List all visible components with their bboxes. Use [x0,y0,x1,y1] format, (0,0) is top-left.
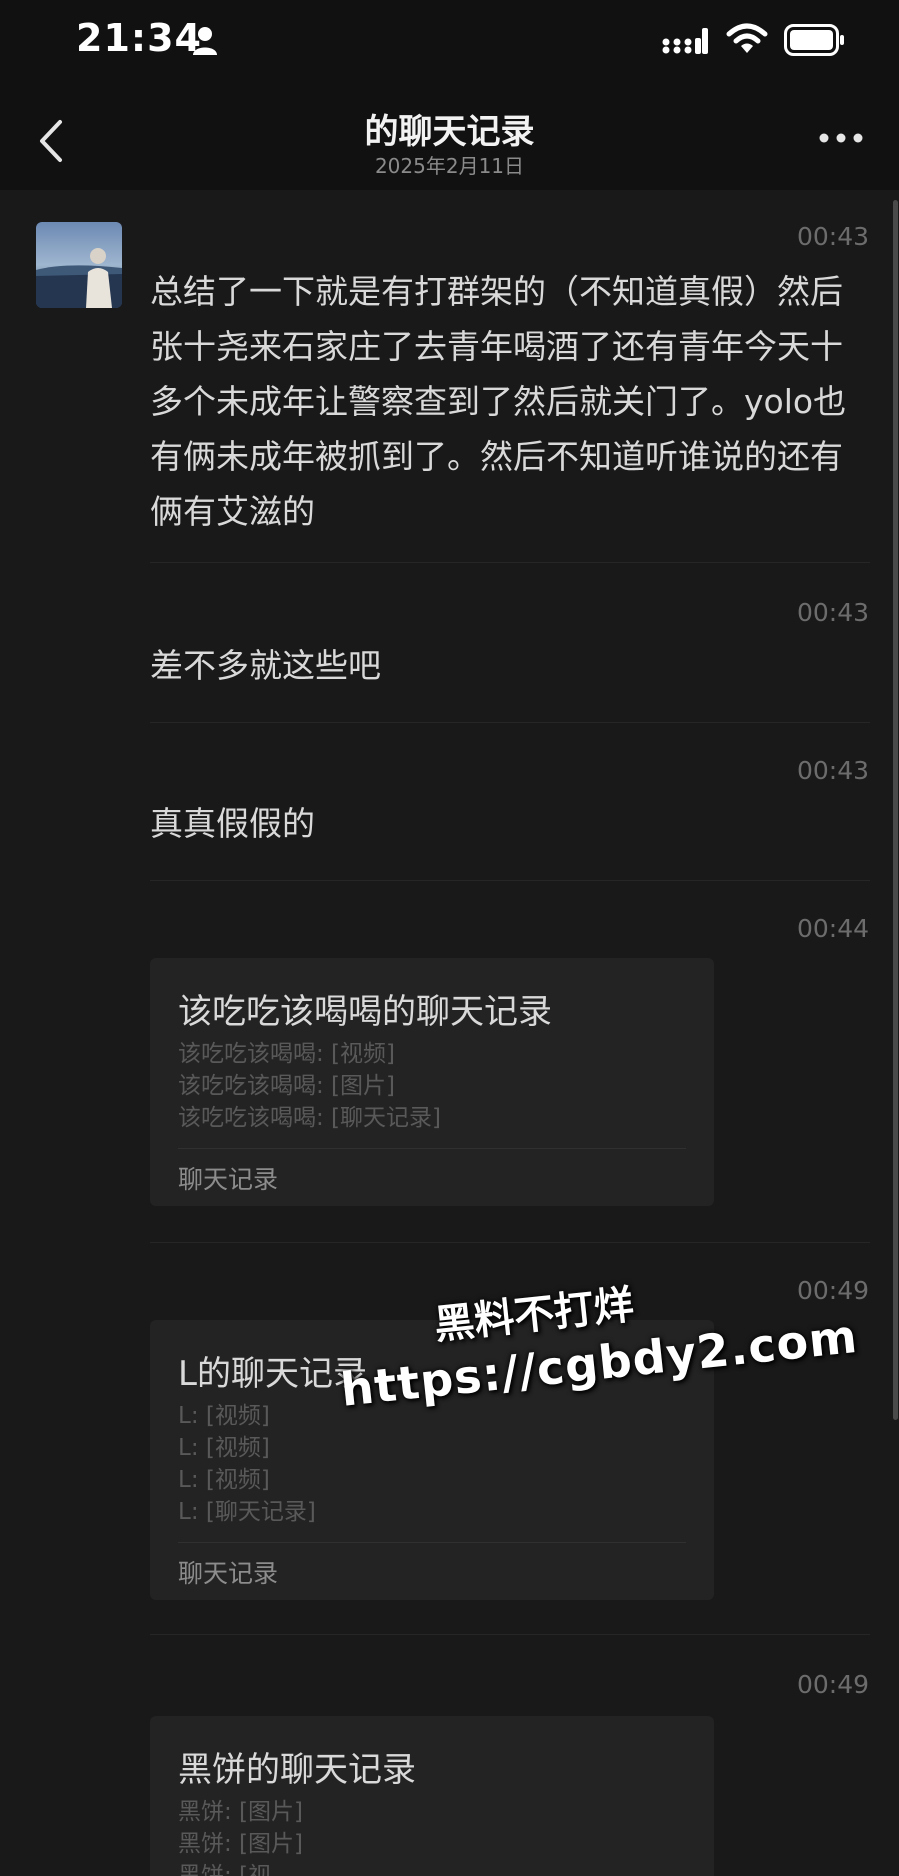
page-title: 的聊天记录 [364,112,535,152]
card-preview-line: L: [视频] [178,1435,270,1461]
chat-record-card[interactable]: 黑饼的聊天记录 黑饼: [图片] 黑饼: [图片] 黑饼: [视 [150,1716,714,1876]
card-preview-line: 黑饼: [视 [178,1863,272,1876]
card-preview-line: 该吃吃该喝喝: [聊天记录] [178,1105,442,1131]
scrollbar[interactable] [893,200,898,1420]
divider [150,1242,870,1243]
nav-header: 的聊天记录 2025年2月11日 [0,90,899,190]
card-divider [178,1542,686,1543]
card-title: 黑饼的聊天记录 [178,1750,416,1790]
chat-record-list[interactable]: 00:43 总结了一下就是有打群架的（不知道真假）然后张十尧来石家庄了去青年喝酒… [0,190,899,1876]
card-title: 该吃吃该喝喝的聊天记录 [178,992,552,1032]
wifi-icon [726,23,768,53]
divider [150,722,870,723]
card-preview-line: L: [聊天记录] [178,1499,316,1525]
more-icon[interactable] [818,130,864,146]
message-time: 00:49 [796,1670,869,1699]
card-preview-line: 黑饼: [图片] [178,1799,304,1825]
card-footer: 聊天记录 [178,1165,279,1194]
person-icon [193,27,217,55]
card-preview-line: L: [视频] [178,1467,270,1493]
signal-icon [662,28,708,54]
card-divider [178,1148,686,1149]
message-time: 00:49 [796,1276,869,1305]
message-time: 00:43 [796,222,869,251]
card-preview-line: 该吃吃该喝喝: [图片] [178,1073,396,1099]
status-bar: 21:34 [0,0,899,90]
message-text: 真真假假的 [150,804,315,843]
message-time: 00:43 [796,598,869,627]
chat-record-card[interactable]: 该吃吃该喝喝的聊天记录 该吃吃该喝喝: [视频] 该吃吃该喝喝: [图片] 该吃… [150,958,714,1206]
battery-icon [784,24,844,56]
divider [150,880,870,881]
message-text: 差不多就这些吧 [150,646,381,685]
divider [150,562,870,563]
page-subtitle: 2025年2月11日 [374,154,525,178]
card-preview-line: L: [视频] [178,1403,270,1429]
card-preview: 该吃吃该喝喝: [视频] 该吃吃该喝喝: [图片] 该吃吃该喝喝: [聊天记录] [178,1038,441,1134]
status-time: 21:34 [76,16,202,60]
divider [150,1634,870,1635]
avatar[interactable] [36,222,122,308]
card-footer: 聊天记录 [178,1559,279,1588]
card-preview: L: [视频] L: [视频] L: [视频] L: [聊天记录] [178,1400,316,1528]
message-time: 00:43 [796,756,869,785]
message-time: 00:44 [796,914,869,943]
card-preview-line: 黑饼: [图片] [178,1831,304,1857]
message-text: 总结了一下就是有打群架的（不知道真假）然后张十尧来石家庄了去青年喝酒了还有青年今… [150,272,847,531]
card-preview: 黑饼: [图片] 黑饼: [图片] 黑饼: [视 [178,1796,303,1876]
card-preview-line: 该吃吃该喝喝: [视频] [178,1041,396,1067]
